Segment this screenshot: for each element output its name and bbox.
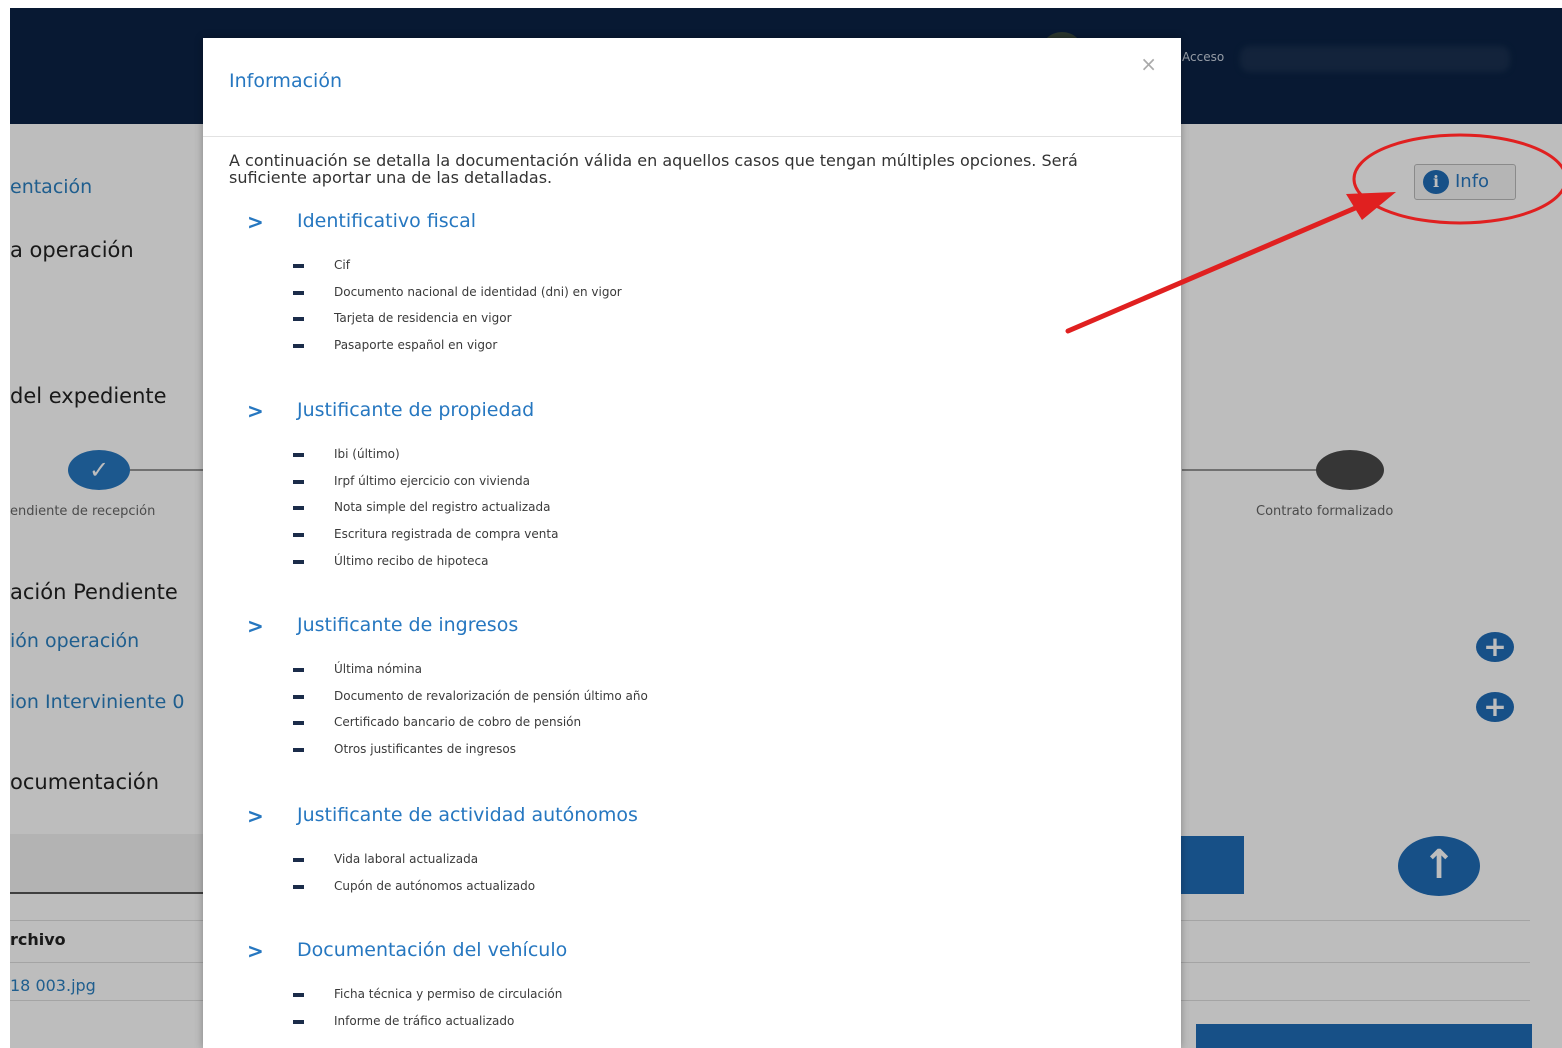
section-actividad-autonomos: > Justificante de actividad autónomos Vi… bbox=[203, 804, 1181, 905]
list-item: Irpf último ejercicio con vivienda bbox=[203, 474, 1181, 501]
section-justificante-ingresos: > Justificante de ingresos Última nómina… bbox=[203, 614, 1181, 769]
section-title: Justificante de actividad autónomos bbox=[297, 804, 638, 826]
list-item-text: Irpf último ejercicio con vivienda bbox=[334, 473, 530, 488]
dash-icon bbox=[293, 884, 304, 889]
list-item: Vida laboral actualizada bbox=[203, 852, 1181, 879]
dash-icon bbox=[293, 858, 304, 862]
list-item-text: Vida laboral actualizada bbox=[334, 852, 479, 866]
list-item-text: Documento nacional de identidad (dni) en… bbox=[334, 284, 622, 299]
modal-header: Información × bbox=[203, 38, 1181, 137]
chevron-right-icon: > bbox=[247, 614, 264, 638]
section-identificativo-fiscal: > Identificativo fiscal Cif Documento na… bbox=[203, 210, 1181, 365]
dash-icon bbox=[293, 264, 304, 268]
list-item: Última nómina bbox=[203, 662, 1181, 689]
list-item: Nota simple del registro actualizada bbox=[203, 500, 1181, 527]
list-item: Escritura registrada de compra venta bbox=[203, 527, 1181, 554]
dash-icon bbox=[293, 993, 304, 997]
modal-intro: A continuación se detalla la documentaci… bbox=[229, 151, 1078, 187]
list-item: Documento nacional de identidad (dni) en… bbox=[203, 285, 1181, 312]
chevron-right-icon: > bbox=[247, 804, 264, 828]
section-items: Última nómina Documento de revalorizació… bbox=[203, 662, 1181, 769]
list-item-text: Documento de revalorización de pensión ú… bbox=[334, 688, 648, 703]
list-item: Documento de revalorización de pensión ú… bbox=[203, 689, 1181, 716]
list-item-text: Ibi (último) bbox=[334, 447, 400, 461]
section-title: Documentación del vehículo bbox=[297, 939, 568, 961]
dash-icon bbox=[293, 721, 304, 726]
dash-icon bbox=[293, 748, 304, 753]
list-item: Informe de tráfico actualizado bbox=[203, 1014, 1181, 1041]
modal-title: Información bbox=[229, 70, 342, 92]
section-header[interactable]: > Justificante de ingresos bbox=[203, 614, 1181, 644]
list-item-text: Escritura registrada de compra venta bbox=[334, 527, 559, 542]
list-item-text: Tarjeta de residencia en vigor bbox=[334, 311, 512, 326]
dash-icon bbox=[293, 506, 304, 511]
dash-icon bbox=[293, 453, 304, 457]
dash-icon bbox=[293, 559, 304, 564]
dash-icon bbox=[293, 694, 304, 699]
list-item-text: Pasaporte español en vigor bbox=[334, 338, 498, 353]
list-item-text: Nota simple del registro actualizada bbox=[334, 500, 551, 515]
list-item-text: Certificado bancario de cobro de pensión bbox=[334, 715, 582, 730]
section-title: Justificante de ingresos bbox=[297, 614, 519, 636]
section-header[interactable]: > Justificante de propiedad bbox=[203, 399, 1181, 429]
list-item-text: Ficha técnica y permiso de circulación bbox=[334, 987, 563, 1001]
dash-icon bbox=[293, 533, 304, 538]
section-justificante-propiedad: > Justificante de propiedad Ibi (último)… bbox=[203, 399, 1181, 580]
dash-icon bbox=[293, 479, 304, 484]
section-items: Ficha técnica y permiso de circulación I… bbox=[203, 987, 1181, 1040]
list-item: Certificado bancario de cobro de pensión bbox=[203, 715, 1181, 742]
dash-icon bbox=[293, 344, 304, 349]
section-header[interactable]: > Justificante de actividad autónomos bbox=[203, 804, 1181, 834]
chevron-right-icon: > bbox=[247, 210, 264, 234]
dash-icon bbox=[293, 290, 304, 295]
dash-icon bbox=[293, 1019, 304, 1024]
list-item-text: Otros justificantes de ingresos bbox=[334, 742, 516, 757]
list-item: Cupón de autónomos actualizado bbox=[203, 879, 1181, 906]
list-item-text: Último recibo de hipoteca bbox=[334, 553, 489, 568]
close-icon[interactable]: × bbox=[1140, 52, 1157, 76]
list-item: Pasaporte español en vigor bbox=[203, 338, 1181, 365]
list-item: Otros justificantes de ingresos bbox=[203, 742, 1181, 769]
chevron-right-icon: > bbox=[247, 399, 264, 423]
info-modal: Información × A continuación se detalla … bbox=[203, 38, 1181, 1048]
dash-icon bbox=[293, 668, 304, 672]
section-documentacion-vehiculo: > Documentación del vehículo Ficha técni… bbox=[203, 939, 1181, 1040]
list-item-text: Última nómina bbox=[334, 662, 422, 676]
section-items: Vida laboral actualizada Cupón de autóno… bbox=[203, 852, 1181, 905]
section-items: Cif Documento nacional de identidad (dni… bbox=[203, 258, 1181, 365]
section-header[interactable]: > Identificativo fiscal bbox=[203, 210, 1181, 240]
list-item: Último recibo de hipoteca bbox=[203, 554, 1181, 581]
section-items: Ibi (último) Irpf último ejercicio con v… bbox=[203, 447, 1181, 580]
section-title: Justificante de propiedad bbox=[297, 399, 535, 421]
section-title: Identificativo fiscal bbox=[297, 210, 477, 232]
list-item-text: Cif bbox=[334, 258, 350, 272]
list-item: Tarjeta de residencia en vigor bbox=[203, 311, 1181, 338]
list-item-text: Informe de tráfico actualizado bbox=[334, 1013, 515, 1028]
list-item: Ibi (último) bbox=[203, 447, 1181, 474]
list-item: Ficha técnica y permiso de circulación bbox=[203, 987, 1181, 1014]
list-item: Cif bbox=[203, 258, 1181, 285]
dash-icon bbox=[293, 317, 304, 322]
chevron-right-icon: > bbox=[247, 939, 264, 963]
list-item-text: Cupón de autónomos actualizado bbox=[334, 878, 536, 893]
section-header[interactable]: > Documentación del vehículo bbox=[203, 939, 1181, 969]
